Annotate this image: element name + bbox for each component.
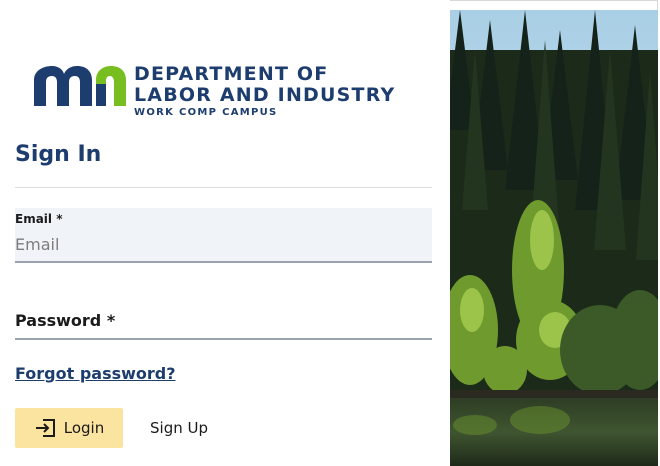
login-button-label: Login [63, 419, 105, 437]
mn-logo-mark-icon [34, 66, 126, 106]
login-arrow-icon [35, 419, 55, 437]
sign-in-panel: DEPARTMENT OF LABOR AND INDUSTRY WORK CO… [0, 0, 450, 466]
logo-line-1: DEPARTMENT OF [134, 63, 329, 85]
password-label: Password * [15, 311, 116, 330]
login-button[interactable]: Login [15, 408, 123, 448]
title-divider [15, 187, 432, 188]
email-field[interactable] [15, 232, 425, 256]
forest-lake-image [450, 10, 658, 466]
page-title: Sign In [15, 142, 102, 167]
email-field-container: Email * [15, 208, 432, 263]
forest-lake-photo [450, 10, 658, 466]
forgot-password-link[interactable]: Forgot password? [15, 364, 176, 383]
email-label: Email * [15, 212, 63, 226]
logo-subtitle: WORK COMP CAMPUS [134, 107, 278, 118]
mn-dli-logo: DEPARTMENT OF LABOR AND INDUSTRY WORK CO… [34, 64, 414, 126]
password-field[interactable]: Password * [15, 306, 432, 340]
logo-line-2: LABOR AND INDUSTRY [134, 84, 396, 106]
sign-up-link[interactable]: Sign Up [150, 419, 208, 437]
